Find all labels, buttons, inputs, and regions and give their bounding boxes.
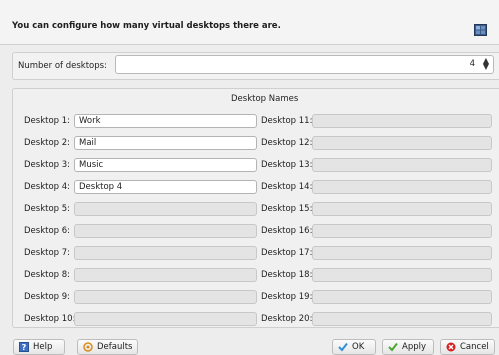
desktop-label: Desktop 8: bbox=[24, 270, 71, 280]
desktop-label: Desktop 4: bbox=[24, 182, 71, 192]
desktop-name-field bbox=[312, 114, 492, 128]
desktop-name-field bbox=[312, 158, 492, 172]
help-button[interactable]: ? Help bbox=[13, 339, 65, 355]
apply-button[interactable]: Apply bbox=[382, 339, 434, 355]
desktop-name-field bbox=[312, 202, 492, 216]
desktop-name-field[interactable]: Work bbox=[74, 114, 257, 128]
header-text: You can configure how many virtual deskt… bbox=[12, 21, 281, 31]
desktop-name-field bbox=[312, 268, 492, 282]
desktop-label: Desktop 10: bbox=[24, 314, 76, 324]
desktop-name-field bbox=[74, 312, 257, 326]
header-banner: You can configure how many virtual deskt… bbox=[0, 0, 499, 44]
svg-text:?: ? bbox=[22, 343, 27, 352]
desktop-label: Desktop 11: bbox=[261, 116, 313, 126]
check-icon bbox=[338, 342, 348, 352]
desktop-label: Desktop 20: bbox=[261, 314, 313, 324]
header-separator bbox=[0, 44, 499, 45]
desktop-pager-icon bbox=[474, 24, 487, 36]
spinbox-value: 4 bbox=[469, 59, 475, 69]
desktop-label: Desktop 12: bbox=[261, 138, 313, 148]
desktop-name-field bbox=[312, 246, 492, 260]
desktop-names-title: Desktop Names bbox=[231, 94, 299, 104]
desktop-label: Desktop 14: bbox=[261, 182, 313, 192]
desktop-label: Desktop 7: bbox=[24, 248, 71, 258]
desktop-name-field bbox=[312, 312, 492, 326]
desktop-label: Desktop 1: bbox=[24, 116, 71, 126]
defaults-button[interactable]: Defaults bbox=[77, 339, 138, 355]
defaults-icon bbox=[83, 342, 93, 352]
desktop-label: Desktop 6: bbox=[24, 226, 71, 236]
desktop-name-field bbox=[312, 224, 492, 238]
desktop-name-field bbox=[312, 136, 492, 150]
spin-arrows-icon[interactable]: ▲ ▼ bbox=[483, 57, 489, 71]
desktop-label: Desktop 17: bbox=[261, 248, 313, 258]
desktop-label: Desktop 2: bbox=[24, 138, 71, 148]
desktop-name-field bbox=[74, 290, 257, 304]
desktop-label: Desktop 15: bbox=[261, 204, 313, 214]
desktop-label: Desktop 3: bbox=[24, 160, 71, 170]
desktop-label: Desktop 16: bbox=[261, 226, 313, 236]
desktop-label: Desktop 5: bbox=[24, 204, 71, 214]
desktop-label: Desktop 9: bbox=[24, 292, 71, 302]
desktop-label: Desktop 13: bbox=[261, 160, 313, 170]
check-icon bbox=[388, 342, 398, 352]
number-of-desktops-label: Number of desktops: bbox=[18, 61, 107, 71]
desktop-name-field[interactable]: Desktop 4 bbox=[74, 180, 257, 194]
desktop-name-field[interactable]: Mail bbox=[74, 136, 257, 150]
ok-button[interactable]: OK bbox=[332, 339, 376, 355]
desktop-label: Desktop 18: bbox=[261, 270, 313, 280]
desktop-label: Desktop 19: bbox=[261, 292, 313, 302]
number-of-desktops-spinbox[interactable]: 4 ▲ ▼ bbox=[115, 55, 494, 74]
desktop-name-field bbox=[312, 290, 492, 304]
desktop-name-field bbox=[74, 246, 257, 260]
cancel-icon bbox=[446, 342, 456, 352]
desktop-name-field[interactable]: Music bbox=[74, 158, 257, 172]
desktop-name-field bbox=[74, 202, 257, 216]
desktop-name-field bbox=[312, 180, 492, 194]
desktop-name-field bbox=[74, 224, 257, 238]
help-icon: ? bbox=[19, 342, 29, 352]
desktop-name-field bbox=[74, 268, 257, 282]
cancel-button[interactable]: Cancel bbox=[440, 339, 495, 355]
